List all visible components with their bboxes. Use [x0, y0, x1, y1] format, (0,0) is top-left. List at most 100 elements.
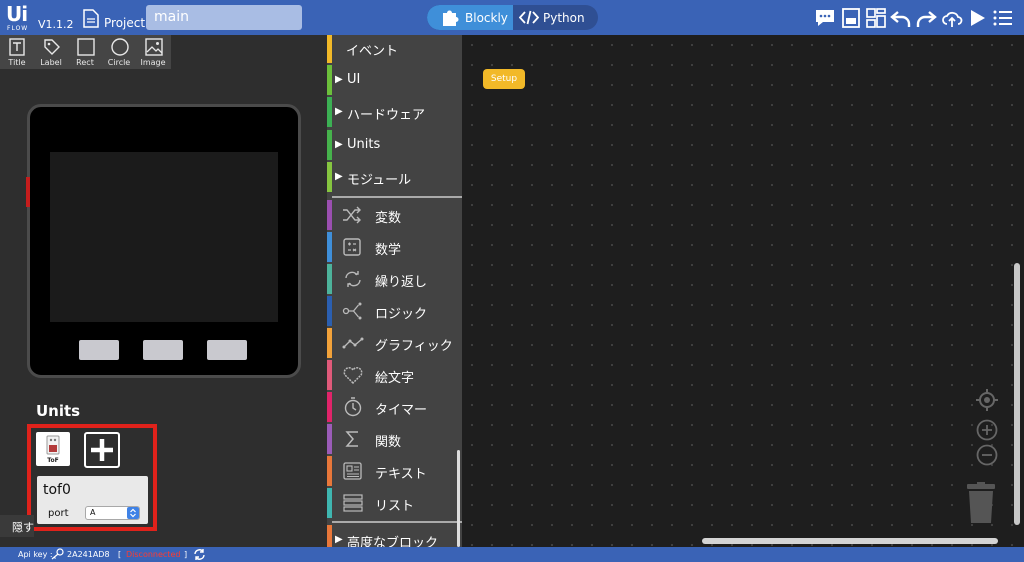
category-label: ハードウェア [347, 108, 426, 123]
tool-circle[interactable]: Circle [102, 35, 136, 69]
device-panel: Title Label Rect Circle Image Units ToF … [0, 35, 327, 547]
tool-rect[interactable]: Rect [68, 35, 102, 69]
tool-label[interactable]: Label [34, 35, 68, 69]
blockly-workspace[interactable]: Setup [462, 35, 1024, 547]
category-emoji[interactable]: 絵文字 [327, 360, 462, 390]
workspace-horizontal-scrollbar[interactable] [702, 538, 998, 544]
file-name-input[interactable]: main [146, 5, 302, 30]
tool-image[interactable]: Image [136, 35, 170, 69]
add-unit-button[interactable] [84, 432, 120, 468]
bracket-right: ] [184, 550, 188, 559]
category-timer[interactable]: タイマー [327, 392, 462, 422]
expand-arrow-icon: ▶ [335, 74, 343, 85]
device-power-indicator [26, 177, 30, 207]
category-ui[interactable]: ▶ UI [327, 65, 462, 95]
category-lists[interactable]: リスト [327, 488, 462, 518]
trash-icon[interactable] [966, 482, 996, 524]
category-color-bar [327, 456, 332, 486]
category-color-bar [327, 392, 332, 422]
workspace-vertical-scrollbar[interactable] [1014, 263, 1020, 525]
category-variables[interactable]: 変数 [327, 200, 462, 230]
layout-icon[interactable] [865, 7, 887, 29]
category-color-bar [327, 97, 332, 127]
toolbox-scrollbar[interactable] [457, 450, 460, 547]
run-icon[interactable] [966, 7, 988, 29]
recenter-icon[interactable] [976, 389, 998, 411]
category-color-bar [327, 65, 332, 95]
category-advanced[interactable]: ▶ 高度なブロック [327, 525, 462, 547]
tool-title[interactable]: Title [0, 35, 34, 69]
category-label: タイマー [375, 403, 428, 418]
save-icon[interactable] [840, 7, 862, 29]
code-icon [519, 10, 539, 25]
dice-icon [343, 238, 361, 256]
category-label: 変数 [375, 211, 402, 226]
project-icon[interactable] [83, 9, 99, 32]
category-color-bar [327, 232, 332, 262]
graphic-icon [342, 337, 364, 349]
redo-icon[interactable] [915, 7, 937, 29]
port-selected-value: A [90, 508, 96, 517]
logo-text: Ui [6, 2, 28, 26]
device-button-c[interactable] [207, 340, 247, 360]
category-label: ロジック [375, 307, 428, 322]
tool-circle-label: Circle [107, 58, 131, 67]
refresh-icon[interactable] [193, 548, 206, 562]
category-color-bar [327, 360, 332, 390]
category-functions[interactable]: 関数 [327, 424, 462, 454]
category-loops[interactable]: 繰り返し [327, 264, 462, 294]
cloud-upload-icon[interactable] [941, 7, 963, 29]
category-text[interactable]: テキスト [327, 456, 462, 486]
loop-icon [345, 271, 361, 287]
title-icon [9, 38, 25, 56]
category-label: 絵文字 [375, 371, 415, 386]
category-color-bar [327, 264, 332, 294]
setup-block[interactable]: Setup [483, 69, 525, 89]
category-color-bar [327, 525, 332, 547]
category-hardware[interactable]: ▶ ハードウェア [327, 97, 462, 127]
device-button-a[interactable] [79, 340, 119, 360]
circle-icon [111, 38, 129, 56]
chat-icon[interactable] [814, 7, 836, 29]
category-math[interactable]: 数学 [327, 232, 462, 262]
category-label: グラフィック [375, 339, 453, 354]
tof-unit-card[interactable]: ToF [36, 432, 70, 466]
category-events[interactable]: イベント [327, 35, 462, 63]
category-label: UI [347, 72, 361, 87]
category-units[interactable]: ▶ Units [327, 130, 462, 160]
hide-panel-tab[interactable]: 隠す [0, 515, 34, 537]
shuffle-icon [343, 206, 361, 224]
port-select[interactable]: A [85, 506, 140, 520]
category-modules[interactable]: ▶ モジュール [327, 162, 462, 192]
category-label: リスト [375, 499, 415, 514]
category-logic[interactable]: ロジック [327, 296, 462, 326]
expand-arrow-icon: ▶ [335, 171, 343, 182]
category-graphics[interactable]: グラフィック [327, 328, 462, 358]
unit-name-label: tof0 [43, 482, 71, 498]
toolbox-separator [332, 196, 462, 198]
blockly-label: Blockly [465, 11, 508, 25]
category-color-bar [327, 200, 332, 230]
blockly-mode-button[interactable]: Blockly [427, 5, 513, 30]
label-icon [44, 39, 60, 55]
api-key-value: 2A241AD8 [67, 550, 110, 559]
image-icon [145, 38, 163, 56]
puzzle-icon [443, 10, 459, 26]
expand-arrow-icon: ▶ [335, 106, 343, 117]
api-key-label: Api key : [18, 550, 53, 559]
timer-icon [344, 397, 362, 417]
undo-icon[interactable] [890, 7, 912, 29]
python-mode-button[interactable]: Python [513, 5, 598, 30]
zoom-out-icon[interactable] [976, 444, 998, 466]
tool-title-label: Title [8, 58, 26, 67]
category-label: 関数 [375, 435, 402, 450]
device-button-b[interactable] [143, 340, 183, 360]
expand-arrow-icon: ▶ [335, 534, 343, 545]
units-heading: Units [36, 402, 81, 420]
header-bar: Ui FLOW V1.1.2 Project main Blockly Pyth… [0, 0, 1024, 35]
menu-icon[interactable] [992, 7, 1014, 29]
project-button[interactable]: Project [104, 16, 145, 30]
category-label: 数学 [375, 243, 402, 258]
device-screen-canvas[interactable] [50, 152, 278, 322]
zoom-in-icon[interactable] [976, 419, 998, 441]
